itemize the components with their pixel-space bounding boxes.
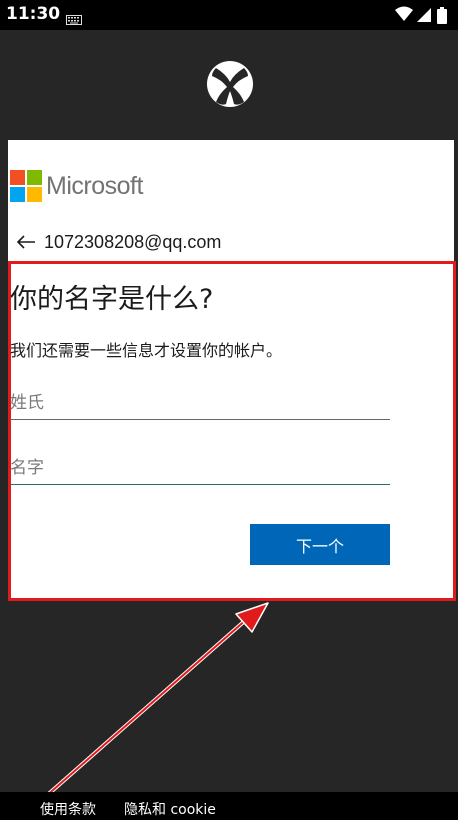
status-icons xyxy=(394,5,452,29)
footer: 使用条款 隐私和 cookie xyxy=(0,792,458,820)
last-name-input[interactable] xyxy=(10,387,390,420)
first-name-input[interactable] xyxy=(10,452,390,485)
account-email: 1072308208@qq.com xyxy=(44,232,222,252)
keyboard-icon xyxy=(66,10,82,29)
microsoft-logo-icon xyxy=(10,170,42,202)
battery-icon xyxy=(437,7,447,24)
status-bar: 11:30 xyxy=(0,0,458,30)
next-button[interactable]: 下一个 xyxy=(250,524,390,565)
page-title: 你的名字是什么? xyxy=(10,284,214,315)
signal-icon xyxy=(417,8,431,22)
terms-of-use-link[interactable]: 使用条款 xyxy=(40,801,96,819)
page-description: 我们还需要一些信息才设置你的帐户。 xyxy=(10,341,283,360)
status-time: 11:30 xyxy=(6,4,61,24)
privacy-cookies-link[interactable]: 隐私和 cookie xyxy=(124,801,216,819)
wifi-icon xyxy=(395,6,413,21)
brand-name: Microsoft xyxy=(46,172,143,200)
back-arrow-icon[interactable] xyxy=(16,234,36,250)
xbox-logo-icon xyxy=(206,60,254,108)
